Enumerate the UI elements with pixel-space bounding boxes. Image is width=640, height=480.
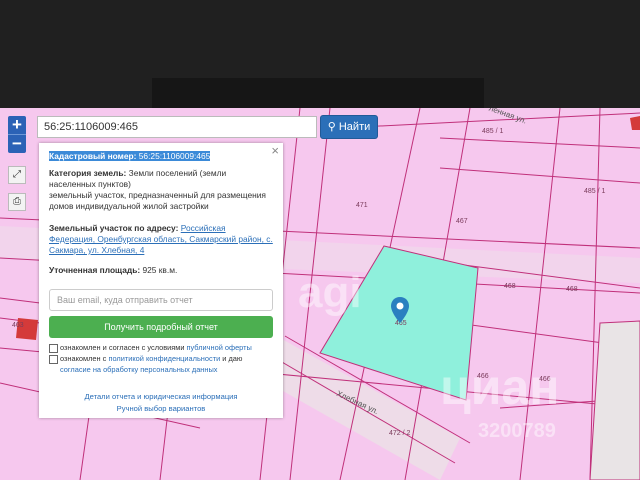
lot-number: 471 — [356, 202, 368, 209]
lot-number: 467 — [456, 218, 468, 225]
zoom-in-button[interactable]: + — [8, 116, 26, 134]
watermark-phone: 3200789 — [478, 420, 556, 442]
search-button[interactable]: ⚲ Найти — [320, 115, 378, 139]
gray-parcel — [589, 320, 640, 480]
search-icon: ⚲ — [327, 121, 336, 133]
cadastral-number: Кадастровый номер: 56:25:1106009:465 — [49, 151, 211, 161]
lot-number: 485 / 1 — [584, 188, 606, 195]
personal-data-link[interactable]: согласие на обработку персональных данны… — [60, 365, 217, 374]
lot-number: 468 — [566, 286, 578, 293]
parcel-info-panel: × Кадастровый номер: 56:25:1106009:465 К… — [39, 143, 283, 418]
fullscreen-icon: ⤢ — [13, 169, 21, 180]
top-bar — [0, 0, 640, 108]
offer-consent-text: ознакомлен и согласен с условиями публич… — [60, 343, 252, 352]
top-strip — [152, 78, 484, 108]
watermark: циан — [440, 359, 560, 415]
details-link[interactable]: Детали отчета и юридическая информация — [39, 391, 283, 402]
watermark: agi — [298, 268, 362, 317]
parcel-address: Земельный участок по адресу: Российская … — [49, 223, 273, 255]
printer-icon: ⎙ — [13, 196, 21, 207]
search-input[interactable]: 56:25:1106009:465 — [37, 116, 317, 138]
manual-selection-link[interactable]: Ручной выбор вариантов — [39, 403, 283, 414]
lot-number: 472 / 2 — [389, 430, 411, 437]
lot-number: 485 / 1 — [482, 128, 504, 135]
offer-checkbox[interactable] — [49, 344, 58, 353]
fullscreen-button[interactable]: ⤢ — [8, 166, 26, 184]
land-category: Категория земель: Земли поселений (земли… — [49, 168, 227, 189]
land-usage: земельный участок, предназначенный для р… — [49, 190, 266, 211]
zoom-control: + − — [8, 116, 26, 153]
privacy-checkbox[interactable] — [49, 355, 58, 364]
lot-number: 463 — [12, 322, 24, 329]
zoom-out-button[interactable]: − — [8, 135, 26, 153]
print-button[interactable]: ⎙ — [8, 193, 26, 211]
red-marker-parcel — [630, 116, 640, 130]
get-report-button[interactable]: Получить подробный отчет — [49, 316, 273, 338]
privacy-consent-text: ознакомлен с политикой конфиденциальност… — [60, 354, 243, 374]
offer-link[interactable]: публичной оферты — [187, 343, 252, 352]
email-field[interactable]: Ваш email, куда отправить отчет — [49, 289, 273, 311]
privacy-link[interactable]: политикой конфиденциальности — [108, 354, 220, 363]
map-pin-icon[interactable] — [390, 296, 410, 324]
lot-number: 468 — [504, 283, 516, 290]
parcel-area: Уточненная площадь: 925 кв.м. — [49, 265, 178, 275]
